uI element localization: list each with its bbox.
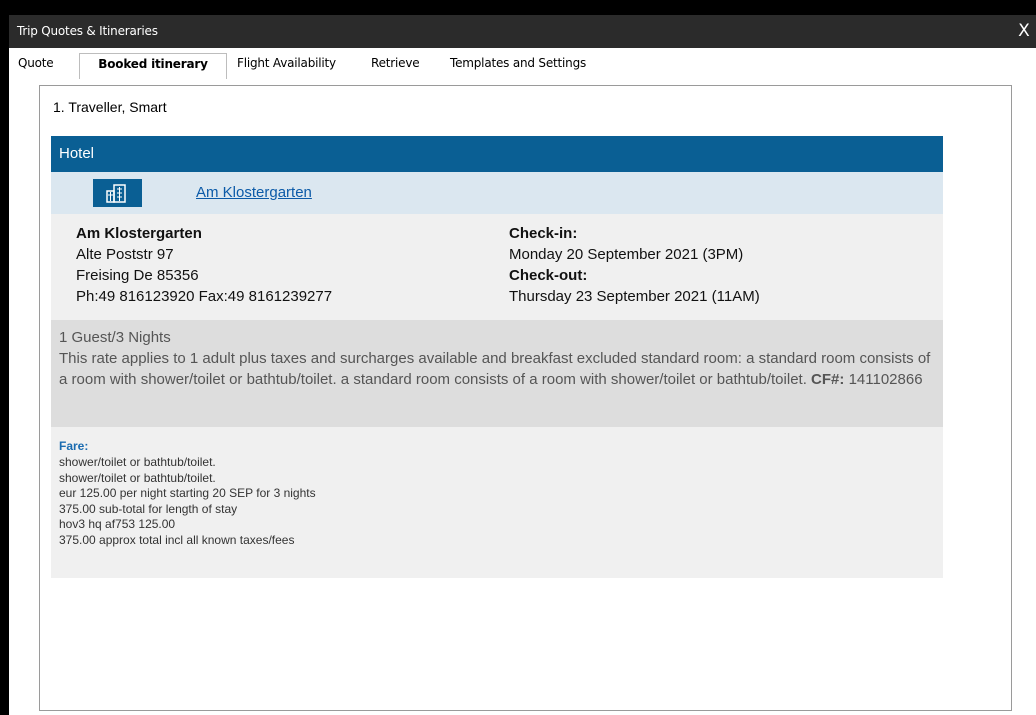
stay-dates-block: Check-in: Monday 20 September 2021 (3PM)…	[509, 223, 760, 307]
hotel-phone-fax: Ph:49 816123920 Fax:49 8161239277	[76, 288, 333, 305]
building-icon	[93, 179, 142, 207]
hotel-name-row: Am Klostergarten	[51, 172, 943, 214]
tab-retrieve[interactable]: Retrieve	[371, 56, 420, 79]
itinerary-panel: 1. Traveller, Smart Hotel Am Klostergart…	[39, 85, 1012, 711]
tab-bar: Quote Booked itinerary Flight Availabili…	[9, 48, 1036, 79]
fare-title: Fare:	[59, 439, 89, 453]
fare-section: Fare: shower/toilet or bathtub/toilet. s…	[51, 427, 943, 578]
fare-line: shower/toilet or bathtub/toilet.	[59, 455, 216, 469]
hotel-section-label: Hotel	[59, 145, 95, 162]
fare-line: eur 125.00 per night starting 20 SEP for…	[59, 486, 316, 500]
checkout-label: Check-out:	[509, 267, 588, 284]
traveller-name: 1. Traveller, Smart	[53, 99, 167, 115]
hotel-details: Am Klostergarten Alte Poststr 97 Freisin…	[51, 214, 943, 320]
fare-line: shower/toilet or bathtub/toilet.	[59, 470, 216, 485]
rate-info: 1 Guest/3 Nights This rate applies to 1 …	[51, 320, 943, 427]
fare-line: hov3 hq af753 125.00	[59, 517, 176, 531]
checkout-value: Thursday 23 September 2021 (11AM)	[509, 288, 760, 305]
close-button[interactable]: X	[1012, 15, 1036, 48]
hotel-name-link[interactable]: Am Klostergarten	[196, 184, 312, 201]
hotel-street: Alte Poststr 97	[76, 246, 174, 263]
tab-flight-availability[interactable]: Flight Availability	[237, 56, 336, 79]
checkin-label: Check-in:	[509, 225, 578, 242]
tab-booked-itinerary[interactable]: Booked itinerary	[79, 53, 227, 79]
tab-templates-settings[interactable]: Templates and Settings	[450, 56, 586, 79]
guests-nights: 1 Guest/3 Nights	[59, 329, 171, 346]
title-bar: Trip Quotes & Itineraries X	[9, 15, 1036, 48]
rate-text: 1 Guest/3 Nights This rate applies to 1 …	[59, 327, 939, 390]
tab-quote[interactable]: Quote	[18, 56, 54, 79]
fare-line: 375.00 sub-total for length of stay	[59, 501, 238, 516]
trip-quotes-window: Trip Quotes & Itineraries X Quote Booked…	[9, 15, 1036, 715]
fare-lines: shower/toilet or bathtub/toilet. shower/…	[59, 455, 316, 548]
rate-description: This rate applies to 1 adult plus taxes …	[59, 350, 931, 388]
fare-line: 375.00 approx total incl all known taxes…	[59, 532, 295, 547]
checkin-value: Monday 20 September 2021 (3PM)	[509, 246, 744, 263]
cf-number: 141102866	[848, 371, 923, 388]
hotel-city: Freising De 85356	[76, 267, 199, 284]
hotel-address-block: Am Klostergarten Alte Poststr 97 Freisin…	[76, 223, 332, 307]
hotel-section-header: Hotel	[51, 136, 943, 172]
window-title: Trip Quotes & Itineraries	[17, 24, 158, 38]
hotel-name: Am Klostergarten	[76, 225, 202, 242]
cf-label: CF#:	[811, 371, 845, 388]
